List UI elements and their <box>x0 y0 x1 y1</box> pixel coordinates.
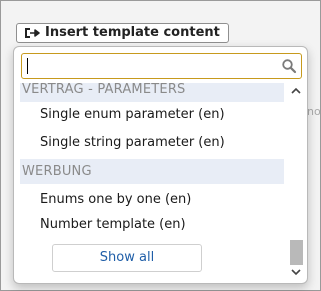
list-item-single-enum-parameter[interactable]: Single enum parameter (en) <box>40 106 225 124</box>
show-all-button[interactable]: Show all <box>52 244 202 272</box>
search-icon[interactable] <box>281 58 297 74</box>
list-item-enums-one-by-one[interactable]: Enums one by one (en) <box>40 191 191 209</box>
scroll-down-button[interactable] <box>288 265 304 279</box>
group-header-werbung: WERBUNG <box>20 159 284 184</box>
list-item-number-template[interactable]: Number template (en) <box>40 216 186 234</box>
scroll-up-button[interactable] <box>288 83 304 97</box>
group-header-vertrag-parameters: VERTRAG - PARAMETERS <box>20 83 284 102</box>
window-frame: Insert template content no VERTRAG - PAR… <box>0 0 321 291</box>
chevron-up-icon <box>291 87 301 94</box>
list-item-single-string-parameter[interactable]: Single string parameter (en) <box>40 134 225 152</box>
search-input[interactable] <box>27 57 277 75</box>
template-list: VERTRAG - PARAMETERS Single enum paramet… <box>20 83 284 279</box>
insert-arrow-icon <box>25 28 40 38</box>
insert-template-content-label: Insert template content <box>45 25 220 40</box>
background-text-fragment: no <box>307 105 321 118</box>
search-field[interactable] <box>21 53 302 79</box>
chevron-down-icon <box>291 268 301 275</box>
insert-template-content-button[interactable]: Insert template content <box>16 23 229 43</box>
list-scrollbar[interactable] <box>288 83 304 279</box>
scroll-thumb[interactable] <box>290 240 303 265</box>
template-dropdown: VERTRAG - PARAMETERS Single enum paramet… <box>13 46 308 284</box>
